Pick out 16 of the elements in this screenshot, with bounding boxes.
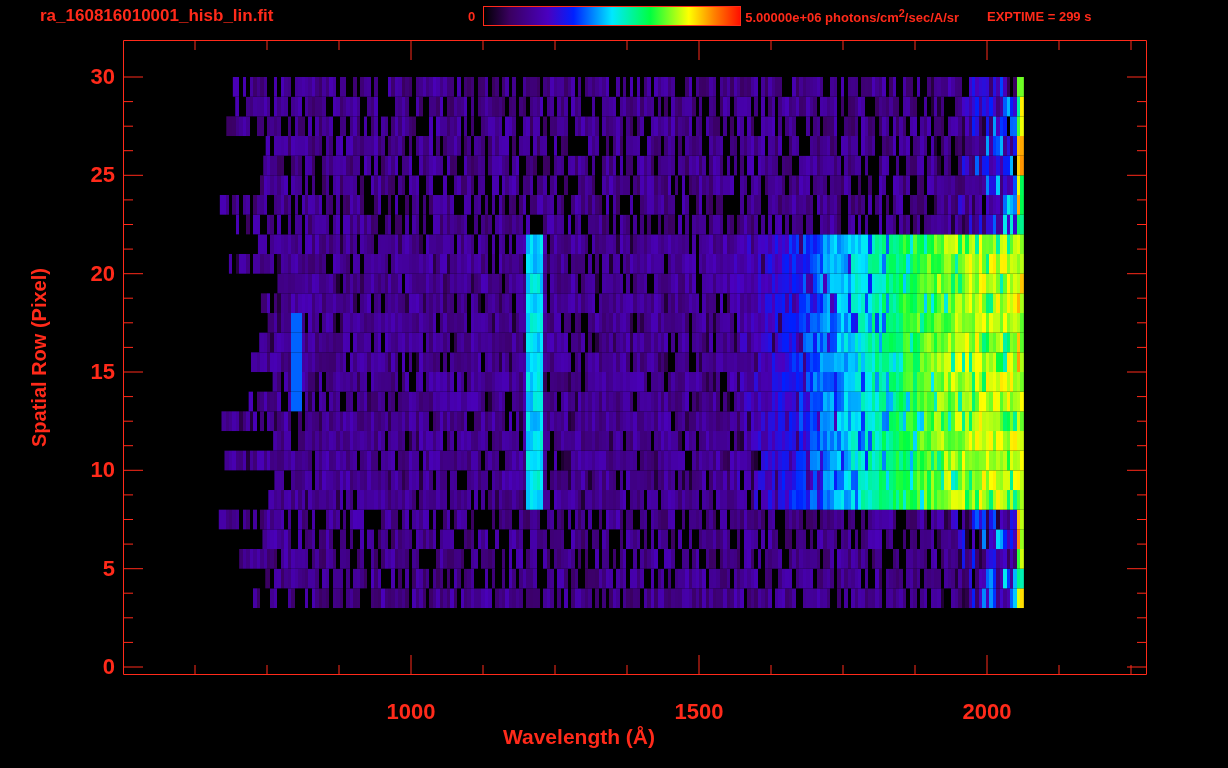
y-tick-label: 0 [102, 654, 115, 680]
scale-min-label: 0 [468, 8, 476, 24]
exposure-time: EXPTIME = 299 s [987, 8, 1092, 24]
y-tick-label: 5 [102, 555, 115, 582]
x-axis-label: Wavelength (Å) [502, 725, 656, 749]
y-tick-label: 25 [90, 162, 115, 189]
y-axis-label: Spatial Row (Pixel) [27, 268, 51, 447]
y-tick-label: 10 [90, 457, 115, 484]
x-tick-label: 2000 [962, 699, 1012, 725]
y-tick-label: 20 [90, 260, 115, 287]
y-tick-label: 30 [90, 64, 115, 90]
x-tick-label: 1000 [386, 699, 436, 725]
x-tick-label: 1500 [674, 699, 724, 725]
scale-max-label: 5.00000e+06 photons/cm$^{2}$/sec/A/sr [745, 6, 960, 26]
file-title: ra_160816010001_hisb_lin.fit [40, 6, 275, 26]
y-tick-label: 15 [90, 359, 115, 385]
